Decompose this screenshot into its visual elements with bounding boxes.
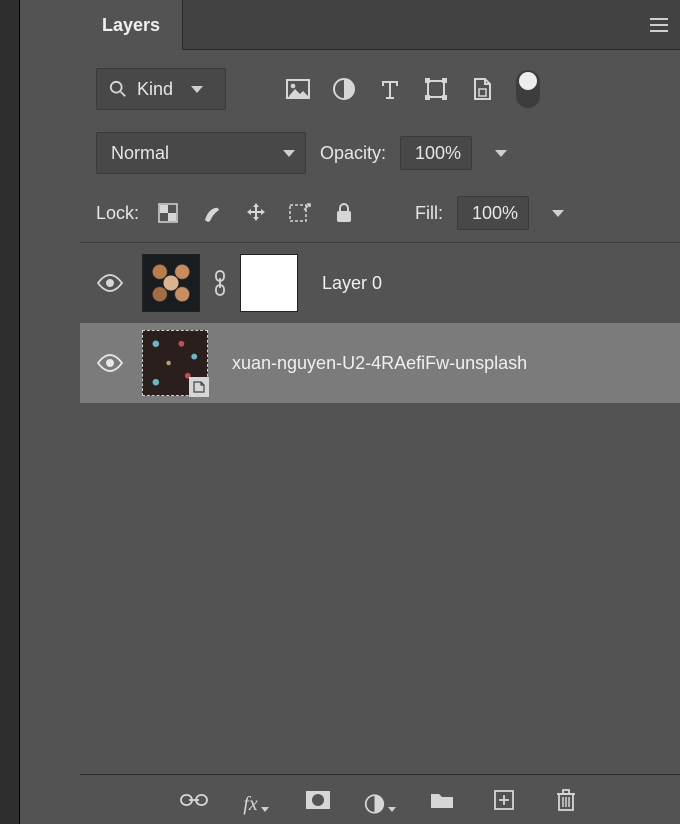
opacity-stepper[interactable]	[486, 136, 508, 170]
fill-label: Fill:	[415, 203, 443, 224]
new-icon	[493, 789, 515, 811]
fill-value-field[interactable]: 100%	[457, 196, 529, 230]
trash-icon	[556, 788, 576, 812]
filter-row: Kind	[80, 50, 680, 110]
lock-icon	[334, 202, 354, 224]
add-mask-button[interactable]	[302, 784, 334, 816]
adjustment-icon	[364, 792, 385, 816]
layer-style-button[interactable]: fx	[240, 784, 272, 816]
opacity-value: 100%	[415, 143, 461, 164]
layer-name[interactable]: xuan-nguyen-U2-4RAefiFw-unsplash	[218, 353, 527, 374]
filter-shape-button[interactable]	[420, 73, 452, 105]
blend-mode-dropdown[interactable]: Normal	[96, 132, 306, 174]
layer-row[interactable]: xuan-nguyen-U2-4RAefiFw-unsplash	[80, 323, 680, 403]
image-icon	[286, 79, 310, 99]
adjustment-icon	[332, 77, 356, 101]
opacity-value-field[interactable]: 100%	[400, 136, 472, 170]
menu-icon	[650, 18, 668, 32]
panel-menu-button[interactable]	[638, 0, 680, 49]
new-group-button[interactable]	[426, 784, 458, 816]
chevron-down-icon	[261, 807, 269, 812]
layer-thumbnail[interactable]	[142, 330, 208, 396]
layer-list: Layer 0 xuan-ng	[80, 242, 680, 774]
layer-name[interactable]: Layer 0	[308, 273, 382, 294]
fill-stepper[interactable]	[543, 196, 565, 230]
layer-row[interactable]: Layer 0	[80, 243, 680, 323]
filter-kind-dropdown[interactable]: Kind	[96, 68, 226, 110]
filter-adjustment-button[interactable]	[328, 73, 360, 105]
app-left-gutter	[0, 0, 20, 824]
tab-layers[interactable]: Layers	[80, 0, 183, 50]
layer-mask-link[interactable]	[210, 270, 230, 296]
blend-row: Normal Opacity: 100%	[80, 110, 680, 174]
mask-icon	[305, 790, 331, 810]
shape-icon	[424, 77, 448, 101]
new-layer-button[interactable]	[488, 784, 520, 816]
smartobject-badge-icon	[189, 377, 209, 397]
lock-label: Lock:	[96, 203, 139, 224]
filter-pixel-button[interactable]	[282, 73, 314, 105]
lock-image-button[interactable]	[197, 198, 227, 228]
link-icon	[213, 270, 227, 296]
eye-icon	[97, 354, 123, 372]
link-icon	[180, 792, 208, 808]
new-adjustment-button[interactable]	[364, 784, 396, 816]
chevron-down-icon	[283, 150, 295, 157]
toggle-pill-icon	[516, 70, 540, 108]
layer-thumbnail[interactable]	[142, 254, 200, 312]
type-icon	[379, 78, 401, 100]
filter-toggle[interactable]	[512, 73, 544, 105]
lock-transparent-button[interactable]	[153, 198, 183, 228]
chevron-down-icon	[552, 210, 564, 217]
chevron-down-icon	[388, 807, 396, 812]
link-layers-button[interactable]	[178, 784, 210, 816]
chevron-down-icon	[191, 86, 203, 93]
blend-mode-value: Normal	[111, 143, 169, 164]
layer-visibility-toggle[interactable]	[88, 274, 132, 292]
layers-panel: Layers Kind	[80, 0, 680, 824]
brush-icon	[201, 202, 223, 224]
delete-layer-button[interactable]	[550, 784, 582, 816]
fx-icon: fx	[243, 793, 257, 816]
smartobject-icon	[471, 77, 493, 101]
filter-kind-label: Kind	[137, 79, 173, 100]
tabbar-spacer	[183, 0, 638, 49]
app-gutter	[20, 0, 80, 824]
lock-artboard-button[interactable]	[285, 198, 315, 228]
opacity-label: Opacity:	[320, 143, 386, 164]
search-icon	[109, 80, 127, 98]
filter-type-button[interactable]	[374, 73, 406, 105]
lock-position-button[interactable]	[241, 198, 271, 228]
eye-icon	[97, 274, 123, 292]
lock-all-button[interactable]	[329, 198, 359, 228]
checker-icon	[157, 202, 179, 224]
filter-smartobject-button[interactable]	[466, 73, 498, 105]
layers-bottom-toolbar: fx	[80, 774, 680, 824]
fill-value: 100%	[472, 203, 518, 224]
move-icon	[244, 201, 268, 225]
layer-visibility-toggle[interactable]	[88, 354, 132, 372]
tab-label: Layers	[102, 15, 160, 36]
folder-icon	[429, 790, 455, 810]
artboard-lock-icon	[287, 202, 313, 224]
layer-mask-thumbnail[interactable]	[240, 254, 298, 312]
lock-row: Lock:	[80, 174, 680, 242]
panel-tabbar: Layers	[80, 0, 680, 50]
chevron-down-icon	[495, 150, 507, 157]
